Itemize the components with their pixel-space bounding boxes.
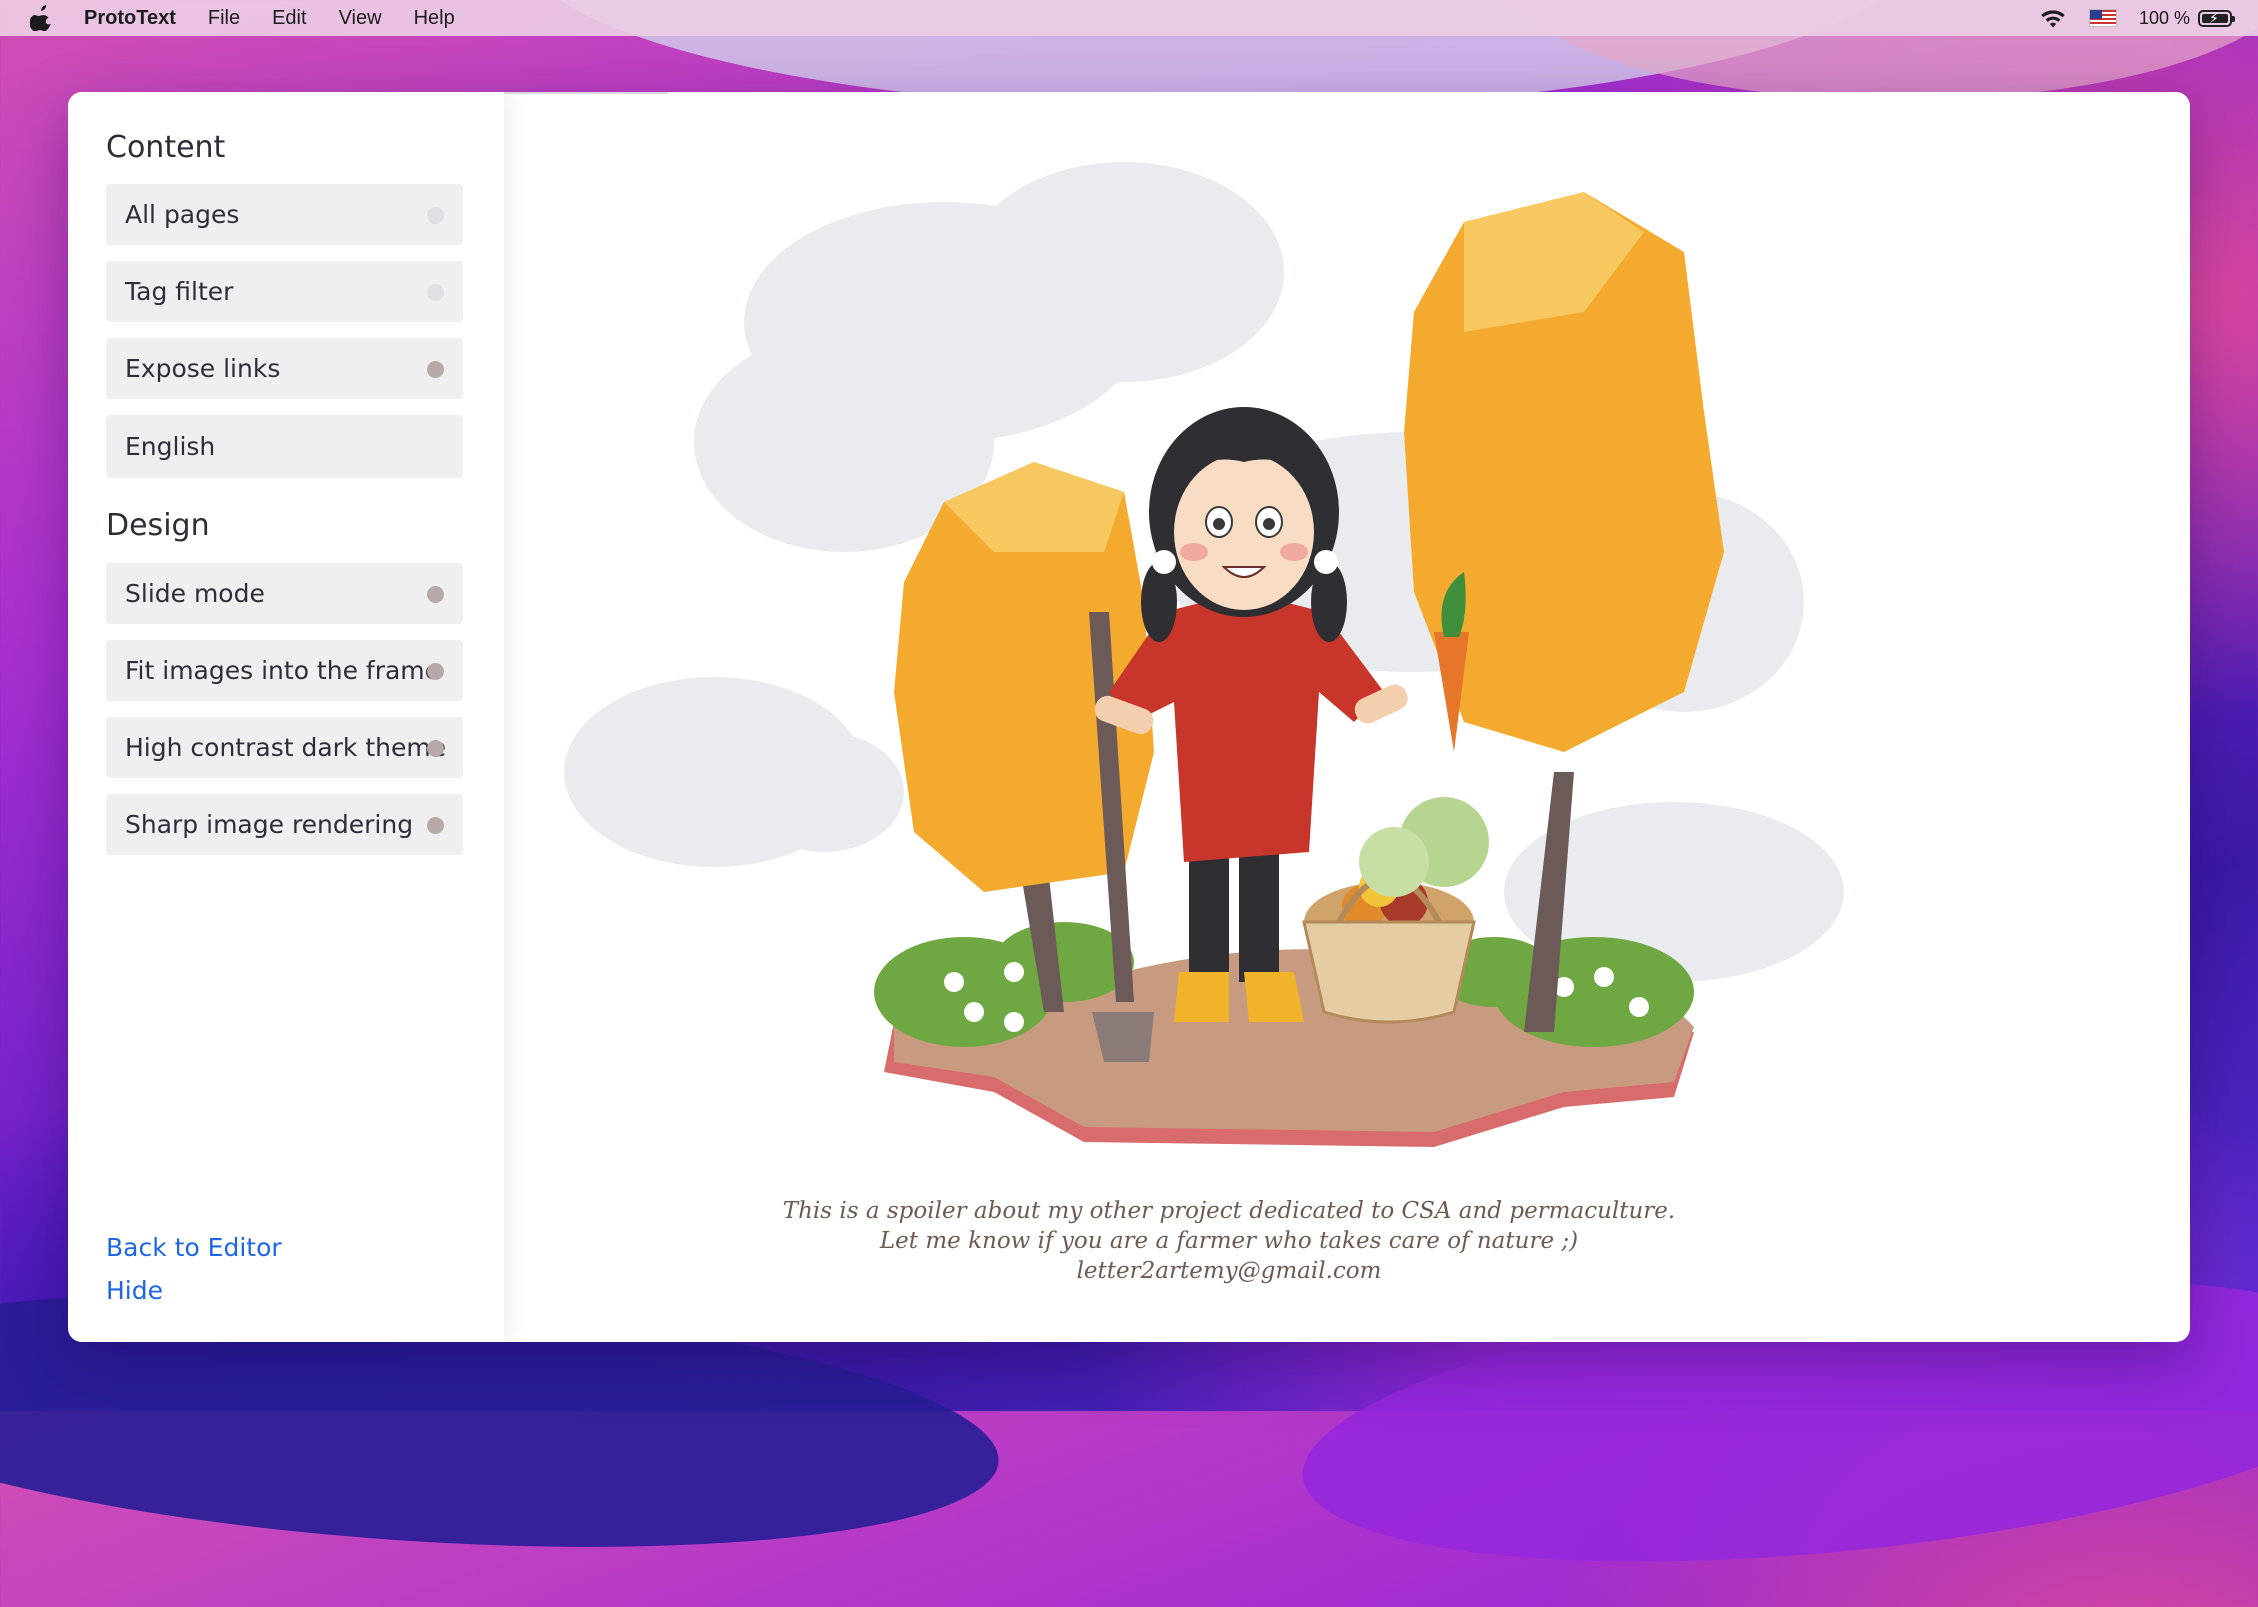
- option-label: All pages: [125, 200, 240, 229]
- settings-sidebar: Content All pages Tag filter Expose link…: [68, 92, 504, 1342]
- language-selector[interactable]: English: [106, 415, 463, 478]
- battery-charging-icon: ⚡: [2198, 9, 2235, 27]
- illustration-image: [564, 162, 1844, 1147]
- caption-line: Let me know if you are a farmer who take…: [879, 1228, 1579, 1254]
- option-fit-images[interactable]: Fit images into the frame: [106, 640, 463, 701]
- toggle-indicator[interactable]: [427, 817, 444, 834]
- menu-help[interactable]: Help: [414, 7, 455, 30]
- battery-status[interactable]: 100 % ⚡: [2138, 7, 2235, 29]
- option-tag-filter[interactable]: Tag filter: [106, 261, 463, 322]
- back-to-editor-link[interactable]: Back to Editor: [106, 1233, 282, 1262]
- menu-app-name[interactable]: ProtoText: [84, 7, 176, 30]
- option-label: Sharp image rendering: [125, 810, 414, 839]
- content-section-title: Content: [106, 130, 226, 165]
- option-label: Expose links: [125, 354, 281, 383]
- menu-bar: ProtoText File Edit View Help 100 % ⚡: [0, 0, 2258, 36]
- option-label: Tag filter: [125, 277, 234, 306]
- toggle-indicator[interactable]: [427, 207, 444, 224]
- hide-link[interactable]: Hide: [106, 1276, 163, 1305]
- language-label: English: [125, 432, 216, 461]
- slide-area: This is a spoiler about my other project…: [504, 92, 2190, 1342]
- us-flag-icon[interactable]: [2088, 9, 2117, 27]
- menu-file[interactable]: File: [208, 7, 240, 30]
- toggle-indicator[interactable]: [427, 740, 444, 757]
- caption-line: This is a spoiler about my other project…: [782, 1198, 1676, 1224]
- option-all-pages[interactable]: All pages: [106, 184, 463, 245]
- option-label: Slide mode: [125, 579, 265, 608]
- app-window: Content All pages Tag filter Expose link…: [68, 92, 2190, 1342]
- option-label: Fit images into the frame: [125, 656, 441, 685]
- toggle-indicator[interactable]: [427, 663, 444, 680]
- toggle-indicator[interactable]: [427, 361, 444, 378]
- option-slide-mode[interactable]: Slide mode: [106, 563, 463, 624]
- option-expose-links[interactable]: Expose links: [106, 338, 463, 399]
- menu-edit[interactable]: Edit: [272, 7, 306, 30]
- option-sharp-rendering[interactable]: Sharp image rendering: [106, 794, 463, 855]
- toggle-indicator[interactable]: [427, 284, 444, 301]
- design-section-title: Design: [106, 508, 210, 543]
- caption-email: letter2artemy@gmail.com: [1076, 1258, 1382, 1284]
- option-high-contrast[interactable]: High contrast dark theme: [106, 717, 463, 778]
- image-caption: This is a spoiler about my other project…: [504, 1196, 1954, 1286]
- menu-view[interactable]: View: [339, 7, 382, 30]
- apple-icon[interactable]: [30, 5, 54, 31]
- menu-status-area: 100 % ⚡: [2039, 0, 2235, 36]
- toggle-indicator[interactable]: [427, 586, 444, 603]
- wifi-icon[interactable]: [2039, 7, 2067, 29]
- option-label: High contrast dark theme: [125, 733, 447, 762]
- battery-percent: 100 %: [2138, 7, 2190, 28]
